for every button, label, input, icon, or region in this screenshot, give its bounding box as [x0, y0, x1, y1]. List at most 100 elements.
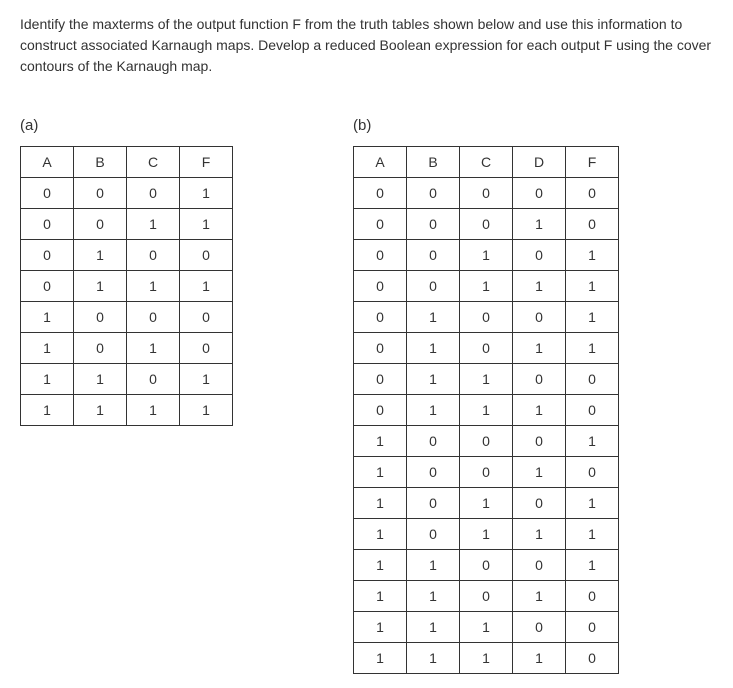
- table-a-cell: 1: [74, 395, 127, 426]
- table-b-cell: 1: [407, 643, 460, 674]
- table-b-cell: 1: [566, 519, 619, 550]
- table-b-cell: 0: [513, 550, 566, 581]
- table-b-cell: 0: [513, 240, 566, 271]
- table-b-header: B: [407, 147, 460, 178]
- part-a: (a) A B C F 0001001101000111100010101101…: [20, 117, 233, 426]
- table-row: 01011: [354, 333, 619, 364]
- part-b: (b) A B C D F 00000000100010100111010010…: [353, 117, 619, 674]
- table-b-cell: 0: [513, 612, 566, 643]
- table-a-cell: 0: [127, 364, 180, 395]
- table-a-cell: 1: [180, 178, 233, 209]
- table-b-cell: 0: [513, 426, 566, 457]
- table-b-cell: 1: [513, 209, 566, 240]
- table-a-cell: 1: [180, 364, 233, 395]
- table-b-cell: 1: [513, 395, 566, 426]
- table-b-cell: 0: [354, 364, 407, 395]
- table-b-cell: 0: [566, 178, 619, 209]
- table-b-cell: 0: [566, 612, 619, 643]
- truth-table-a: A B C F 00010011010001111000101011011111: [20, 146, 233, 426]
- table-b-cell: 0: [407, 271, 460, 302]
- table-row: 00111: [354, 271, 619, 302]
- table-b-cell: 1: [407, 364, 460, 395]
- table-b-cell: 1: [513, 333, 566, 364]
- table-b-cell: 1: [460, 643, 513, 674]
- table-a-header: B: [74, 147, 127, 178]
- table-a-cell: 0: [74, 333, 127, 364]
- table-b-cell: 0: [513, 178, 566, 209]
- table-b-cell: 1: [513, 457, 566, 488]
- table-b-cell: 1: [566, 426, 619, 457]
- table-a-header: A: [21, 147, 74, 178]
- table-b-cell: 1: [513, 581, 566, 612]
- table-b-header: D: [513, 147, 566, 178]
- table-b-cell: 1: [407, 550, 460, 581]
- table-b-cell: 0: [407, 240, 460, 271]
- table-row: 1010: [21, 333, 233, 364]
- table-a-cell: 0: [180, 302, 233, 333]
- table-row: 1101: [21, 364, 233, 395]
- table-row: 11100: [354, 612, 619, 643]
- table-b-cell: 1: [407, 302, 460, 333]
- table-row: 10111: [354, 519, 619, 550]
- table-a-header: F: [180, 147, 233, 178]
- table-a-cell: 1: [74, 240, 127, 271]
- table-a-header: C: [127, 147, 180, 178]
- table-row: 10101: [354, 488, 619, 519]
- table-row: 01110: [354, 395, 619, 426]
- table-b-cell: 1: [354, 550, 407, 581]
- table-b-cell: 1: [354, 581, 407, 612]
- table-b-cell: 1: [513, 271, 566, 302]
- table-row: 01001: [354, 302, 619, 333]
- table-row: 1111: [21, 395, 233, 426]
- table-a-cell: 1: [180, 209, 233, 240]
- table-row: 11010: [354, 581, 619, 612]
- table-b-cell: 1: [407, 333, 460, 364]
- table-row: 10010: [354, 457, 619, 488]
- table-b-cell: 1: [407, 581, 460, 612]
- table-b-cell: 1: [354, 612, 407, 643]
- table-row: 00000: [354, 178, 619, 209]
- table-b-cell: 0: [354, 302, 407, 333]
- table-a-cell: 1: [21, 364, 74, 395]
- table-row: 11110: [354, 643, 619, 674]
- table-a-cell: 0: [74, 178, 127, 209]
- table-b-cell: 1: [460, 240, 513, 271]
- table-a-cell: 1: [127, 271, 180, 302]
- table-row: 00010: [354, 209, 619, 240]
- table-b-cell: 0: [354, 240, 407, 271]
- table-b-cell: 1: [460, 364, 513, 395]
- table-b-header: A: [354, 147, 407, 178]
- table-a-cell: 1: [74, 364, 127, 395]
- table-b-cell: 0: [460, 581, 513, 612]
- table-a-cell: 1: [21, 333, 74, 364]
- table-b-cell: 1: [566, 550, 619, 581]
- table-b-cell: 0: [407, 519, 460, 550]
- table-b-cell: 0: [566, 643, 619, 674]
- table-b-cell: 1: [566, 302, 619, 333]
- table-b-cell: 1: [460, 612, 513, 643]
- table-row: 0011: [21, 209, 233, 240]
- table-b-cell: 0: [354, 178, 407, 209]
- table-a-cell: 1: [21, 302, 74, 333]
- truth-table-b: A B C D F 000000001000101001110100101011…: [353, 146, 619, 674]
- table-row: 01100: [354, 364, 619, 395]
- table-b-cell: 0: [460, 209, 513, 240]
- table-row: 11001: [354, 550, 619, 581]
- table-a-cell: 0: [21, 209, 74, 240]
- table-b-cell: 1: [513, 643, 566, 674]
- table-row: 0100: [21, 240, 233, 271]
- table-b-cell: 1: [354, 488, 407, 519]
- table-b-cell: 0: [354, 271, 407, 302]
- table-b-cell: 0: [407, 488, 460, 519]
- table-b-cell: 1: [407, 395, 460, 426]
- table-a-cell: 0: [21, 271, 74, 302]
- table-b-cell: 0: [566, 209, 619, 240]
- table-a-cell: 0: [74, 209, 127, 240]
- table-a-cell: 1: [127, 209, 180, 240]
- table-a-cell: 0: [74, 302, 127, 333]
- table-a-cell: 0: [21, 178, 74, 209]
- table-a-cell: 1: [180, 271, 233, 302]
- part-b-label: (b): [353, 117, 619, 134]
- table-a-cell: 0: [180, 240, 233, 271]
- table-a-cell: 0: [127, 178, 180, 209]
